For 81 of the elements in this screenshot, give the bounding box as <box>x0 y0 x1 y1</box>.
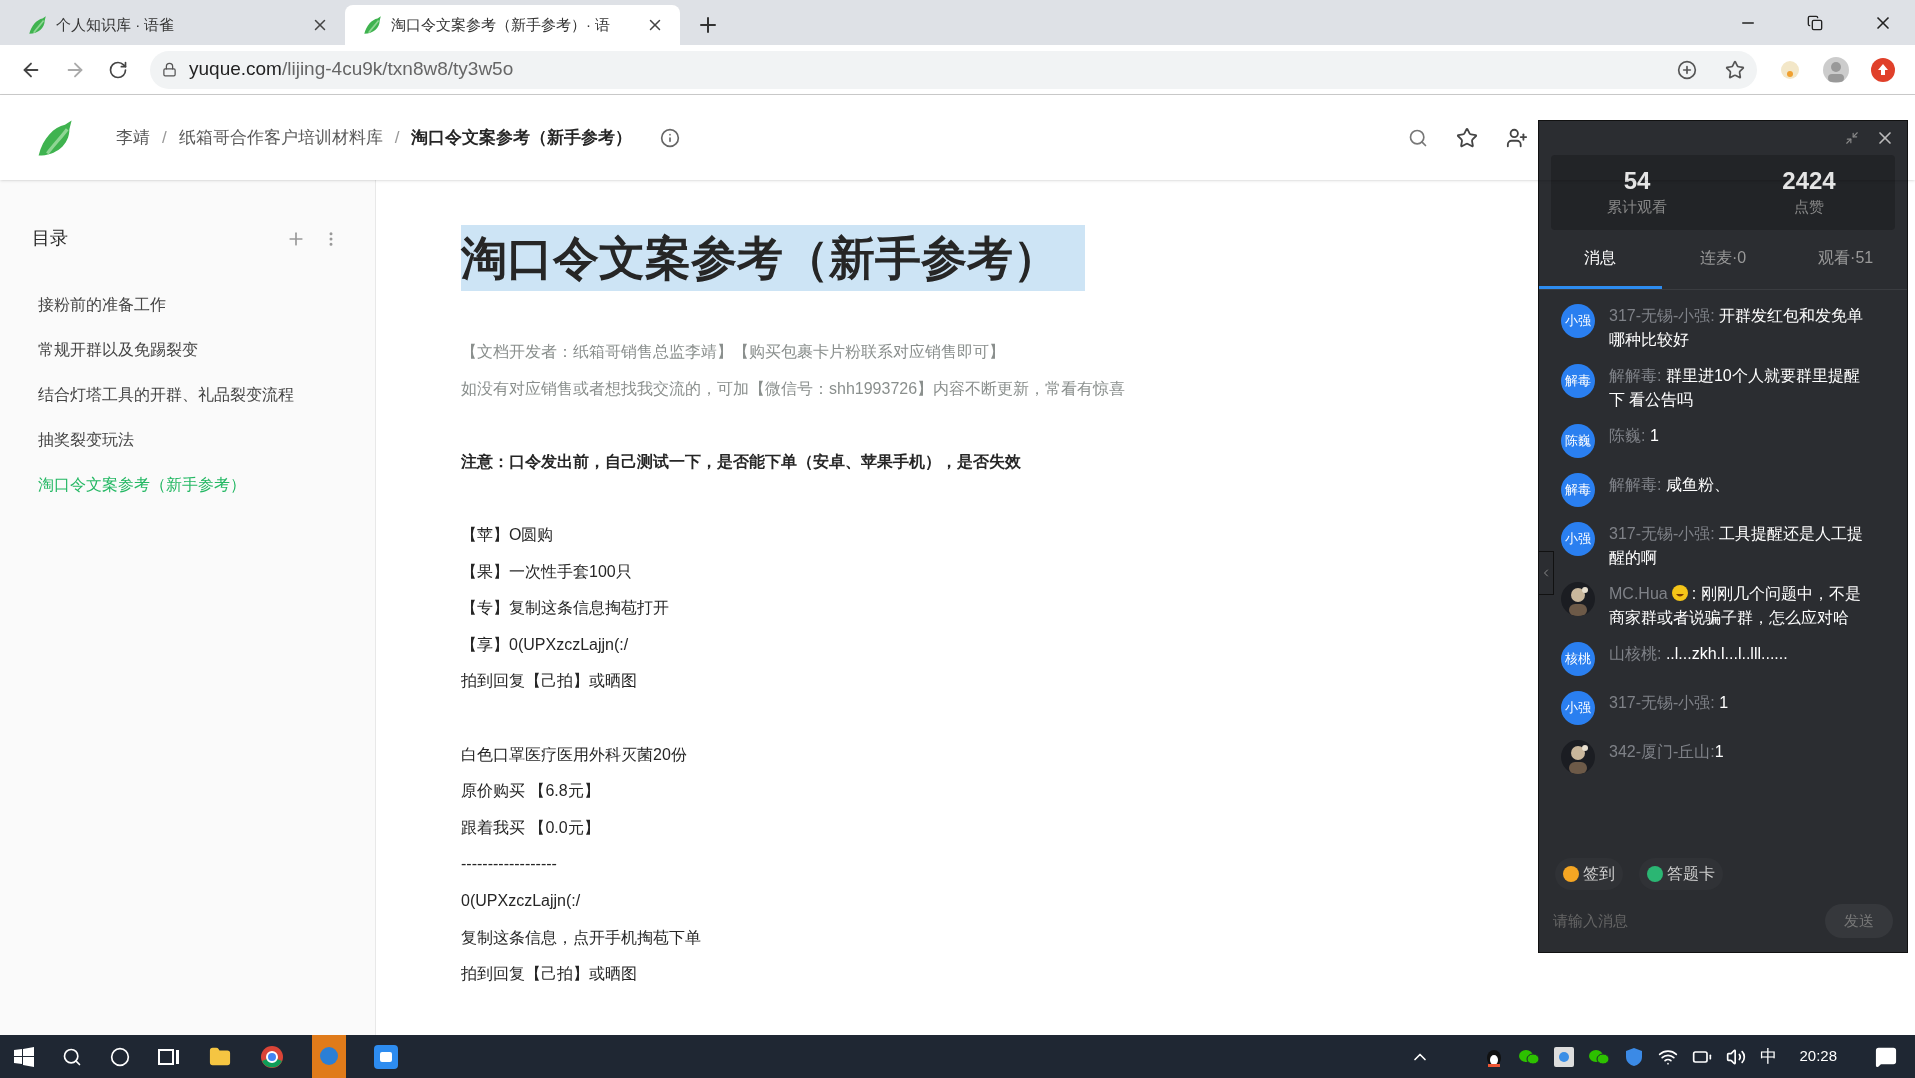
breadcrumb-link[interactable]: 纸箱哥合作客户培训材料库 <box>178 124 383 151</box>
user-avatar[interactable]: 小强 <box>1561 522 1595 556</box>
action-chip[interactable]: 签到 <box>1555 858 1623 890</box>
add-user-icon[interactable] <box>1506 126 1528 149</box>
chat-message: 解解毒: 群里进10个人就要群里提醒下 看公告吗 <box>1609 366 1861 410</box>
doc-paragraph: 跟着我买 【0.0元】 <box>461 817 600 838</box>
chat-message: 317-无锡-小强: 开群发红包和发免单哪种比较好 <box>1609 306 1865 350</box>
tab-title: 淘口令文案参考（新手参考）· 语 <box>391 14 612 35</box>
collapse-icon[interactable] <box>1845 131 1859 145</box>
doc-paragraph: 原价购买 【6.8元】 <box>461 781 600 802</box>
doc-paragraph: 注意：口令发出前，自己测试一下，是否能下单（安卓、苹果手机），是否失效 <box>461 451 1021 472</box>
tab-title: 个人知识库 · 语雀 <box>56 14 176 35</box>
add-icon[interactable] <box>1677 59 1697 80</box>
app-icon[interactable] <box>374 1044 398 1069</box>
collapse-handle[interactable] <box>1538 551 1554 595</box>
url-text: yuque.com/lijing-4cu9k/txn8w8/ty3w5o <box>189 57 514 82</box>
user-avatar[interactable]: 陈巍 <box>1561 424 1595 458</box>
profile-avatar-icon[interactable] <box>1823 56 1849 83</box>
doc-paragraph: 0(UPXzczLajjn(:/ <box>461 890 581 911</box>
star-icon[interactable] <box>1456 126 1478 149</box>
notifications-icon[interactable] <box>1875 1045 1897 1068</box>
browser-tab[interactable]: 淘口令文案参考（新手参考）· 语 <box>345 5 680 45</box>
bookmark-icon[interactable] <box>1725 59 1745 80</box>
doc-paragraph: ------------------ <box>461 854 557 875</box>
user-avatar[interactable]: 解毒 <box>1561 473 1595 507</box>
doc-paragraph: 【果】一次性手套100只 <box>461 561 632 582</box>
action-chip[interactable]: 答题卡 <box>1639 858 1723 890</box>
lock-icon <box>162 62 177 77</box>
breadcrumb-separator: / <box>162 126 167 149</box>
doc-paragraph: 拍到回复【己拍】或晒图 <box>461 671 637 692</box>
chat-message: 317-无锡-小强: 工具提醒还是人工提醒的啊 <box>1609 524 1865 568</box>
doc-paragraph: 复制这条信息，点开手机掏苞下单 <box>461 927 701 948</box>
update-icon[interactable] <box>1871 57 1895 82</box>
user-avatar[interactable]: 核桃 <box>1561 642 1595 676</box>
panel-tab[interactable]: 观看·51 <box>1784 230 1907 289</box>
task-view-icon[interactable] <box>158 1046 180 1067</box>
panel-tab[interactable]: 连麦·0 <box>1661 230 1785 289</box>
sidebar-title: 目录 <box>32 227 68 250</box>
document-title: 淘口令文案参考（新手参考） <box>461 225 1085 291</box>
sidebar-item[interactable]: 结合灯塔工具的开群、礼品裂变流程 <box>32 372 340 417</box>
reload-icon[interactable] <box>108 59 128 80</box>
sidebar-item[interactable]: 抽奖裂变玩法 <box>32 417 340 462</box>
info-icon[interactable] <box>660 127 681 148</box>
doc-paragraph: 【苹】O圆购 <box>461 524 554 545</box>
stat-value: 54 <box>1623 166 1651 197</box>
breadcrumb-separator: / <box>394 126 400 149</box>
doc-paragraph: 如没有对应销售或者想找我交流的，可加【微信号：shh1993726】内容不断更新，常看有惊喜 <box>461 378 1126 399</box>
chat-message: MC.Hua : 刚刚几个问题中，不是商家群或者说骗子群，怎么应对哈 <box>1609 584 1862 628</box>
app-icon[interactable] <box>1554 1046 1575 1067</box>
panel-tab[interactable]: 消息 <box>1539 230 1662 289</box>
doc-paragraph: 拍到回复【己拍】或晒图 <box>461 964 637 985</box>
sidebar-item[interactable]: 常规开群以及免踢裂变 <box>32 327 340 372</box>
shield-icon[interactable] <box>1624 1046 1645 1067</box>
folder-icon[interactable] <box>208 1045 232 1068</box>
address-bar[interactable]: yuque.com/lijing-4cu9k/txn8w8/ty3w5o <box>150 50 1757 89</box>
stat-label: 点赞 <box>1794 197 1824 218</box>
search-icon[interactable] <box>62 1046 82 1067</box>
doc-paragraph: 【文档开发者：纸箱哥销售总监李靖】【购买包裹卡片粉联系对应销售即可】 <box>461 342 1005 362</box>
chat-message: 山核桃: ..l...zkh.l...l..lll...... <box>1609 644 1788 664</box>
chat-message: 陈巍: 1 <box>1609 426 1659 446</box>
stat-value: 2424 <box>1782 166 1836 197</box>
stat-label: 累计观看 <box>1607 197 1667 218</box>
chat-message: 解解毒: 咸鱼粉、 <box>1609 475 1730 495</box>
restore-icon[interactable] <box>1807 14 1823 31</box>
chrome-icon[interactable] <box>260 1044 284 1069</box>
cortana-icon[interactable] <box>110 1046 130 1067</box>
doc-paragraph: 白色口罩医疗医用外科灭菌20份 <box>461 744 687 765</box>
user-avatar[interactable]: 小强 <box>1561 691 1595 725</box>
user-avatar[interactable]: 解毒 <box>1561 364 1595 398</box>
volume-icon[interactable] <box>1726 1046 1747 1067</box>
sidebar-item[interactable]: 接粉前的准备工作 <box>32 282 340 327</box>
breadcrumb-link[interactable]: 淘口令文案参考（新手参考） <box>411 124 633 151</box>
input-method-indicator[interactable]: 中 <box>1760 1043 1778 1070</box>
clock[interactable]: 20:28 <box>1799 1045 1837 1068</box>
doc-paragraph: 【专】复制这条信息掏苞打开 <box>461 598 669 619</box>
chat-message: 342-厦门-丘山:1 <box>1609 742 1724 762</box>
windows-start-icon[interactable] <box>14 1046 34 1067</box>
chat-message: 317-无锡-小强: 1 <box>1609 693 1729 713</box>
doc-paragraph: 【享】0(UPXzczLajjn(:/ <box>461 634 629 655</box>
user-avatar[interactable]: 小强 <box>1561 304 1595 338</box>
breadcrumb-link[interactable]: 李靖 <box>116 124 150 151</box>
